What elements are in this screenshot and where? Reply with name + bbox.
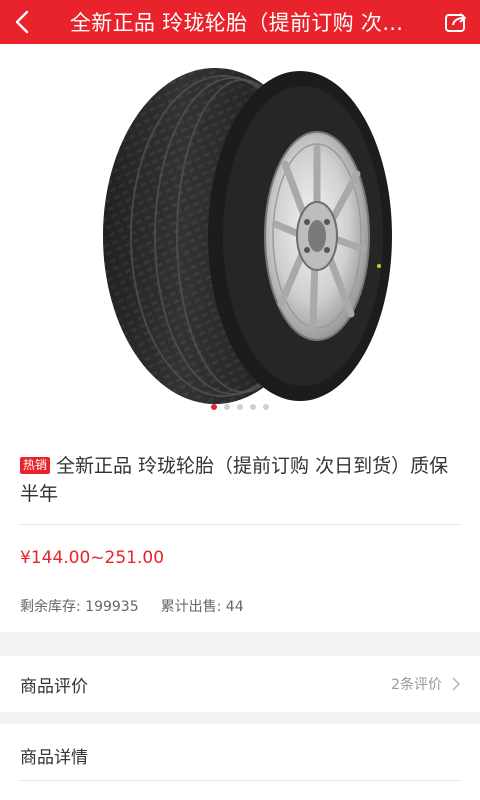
tire-image — [103, 68, 392, 404]
stock-remaining: 剩余库存: 199935 — [20, 599, 139, 615]
product-gallery[interactable] — [0, 44, 480, 424]
page-dot[interactable] — [237, 404, 243, 410]
share-icon — [445, 13, 466, 32]
gallery-pagination — [0, 404, 480, 410]
chevron-right-icon — [452, 677, 460, 691]
reviews-count: 2条评价 — [391, 677, 442, 693]
divider — [20, 524, 460, 525]
page-dot[interactable] — [211, 404, 217, 410]
back-button[interactable] — [0, 0, 44, 44]
chevron-left-icon — [15, 10, 29, 34]
share-button[interactable] — [432, 0, 480, 44]
section-gap — [0, 712, 480, 724]
page-dot[interactable] — [224, 404, 230, 410]
product-title-block: 热销 全新正品 玲珑轮胎（提前订购 次日到货）质保半年 — [20, 452, 460, 508]
total-sold: 累计出售: 44 — [160, 599, 244, 615]
section-gap — [0, 632, 480, 656]
hot-badge: 热销 — [20, 457, 51, 474]
product-title: 全新正品 玲珑轮胎（提前订购 次日到货）质保半年 — [20, 455, 449, 505]
price-range: ¥144.00~251.00 — [20, 548, 165, 568]
reviews-label: 商品评价 — [20, 676, 88, 697]
page-dot[interactable] — [250, 404, 256, 410]
reviews-row[interactable]: 商品评价 2条评价 — [0, 656, 480, 712]
details-row[interactable]: 商品详情 — [0, 724, 480, 786]
top-bar: 全新正品 玲珑轮胎（提前订购 次日到货）质保半年 — [0, 0, 480, 44]
page-dot[interactable] — [263, 404, 269, 410]
stock-stats: 剩余库存: 199935 累计出售: 44 — [20, 596, 244, 616]
details-label: 商品详情 — [20, 747, 88, 768]
page-title: 全新正品 玲珑轮胎（提前订购 次日到货）质保半年 — [70, 11, 432, 35]
divider — [20, 780, 460, 781]
